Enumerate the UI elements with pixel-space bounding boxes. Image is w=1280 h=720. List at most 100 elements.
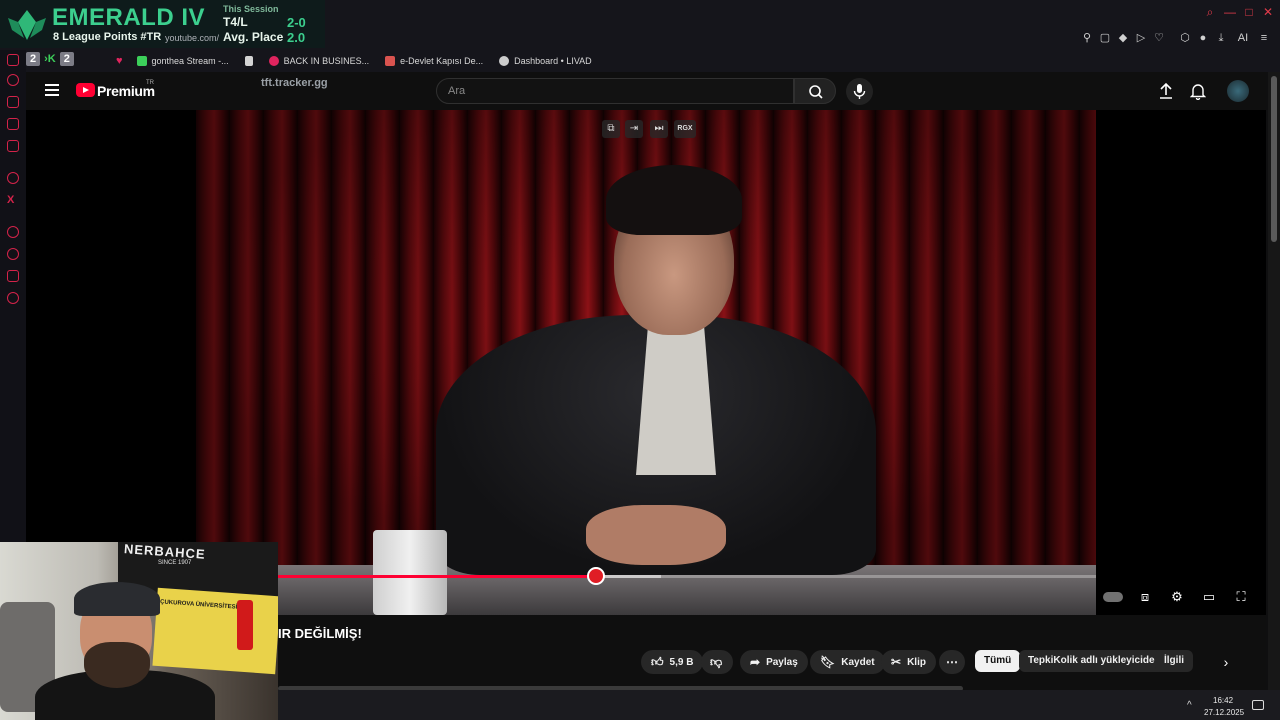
profile-icon[interactable]: ● <box>1197 32 1209 44</box>
x-icon[interactable]: X <box>7 194 19 206</box>
search-icon[interactable]: ⌕ <box>1204 6 1216 18</box>
session-label: This Session <box>223 4 279 14</box>
share-button[interactable]: ➦ Paylaş <box>740 650 808 674</box>
bookmark-item[interactable]: gonthea Stream -... <box>136 56 229 66</box>
download-icon[interactable]: ⤓ <box>1215 32 1227 44</box>
video-title: IR DEĞİLMİŞ! <box>278 626 362 641</box>
save-button[interactable]: 🔖︎ Kaydet <box>810 650 885 674</box>
menu-icon[interactable]: ≡ <box>1258 32 1270 44</box>
autoplay-toggle[interactable] <box>1103 592 1123 602</box>
bookmark-favicon-icon <box>136 56 147 66</box>
bookmark-favicon-icon <box>385 56 396 66</box>
popout-icon[interactable]: ⇥ <box>625 120 643 138</box>
minimize-icon[interactable]: — <box>1224 6 1236 18</box>
chip-related[interactable]: İlgili <box>1155 650 1193 672</box>
pip-icon[interactable]: ⧉ <box>602 120 620 138</box>
country-code: TR <box>146 80 154 86</box>
avatar[interactable] <box>1227 80 1249 102</box>
voice-search-button[interactable] <box>846 78 873 105</box>
clip-label: Klip <box>907 656 926 668</box>
video-player[interactable]: ⧉ ⇥ ⏭ RGX ⧈ ⚙ ▭ ⛶ <box>26 110 1266 615</box>
send-icon[interactable] <box>7 270 19 282</box>
chip-uploader[interactable]: TepkiKolik adlı yükleyiciden <box>1019 650 1170 672</box>
taskbar <box>278 690 1280 720</box>
pin-icon[interactable]: ⚲ <box>1081 32 1093 44</box>
emerald-rank-icon <box>8 10 46 40</box>
upload-icon[interactable] <box>1158 82 1174 100</box>
dislike-button[interactable]: 👎︎ <box>701 650 733 674</box>
heart-icon[interactable]: ♥ <box>116 55 123 67</box>
stat-value: 2-0 <box>287 15 306 30</box>
ai-label: AI <box>1237 32 1249 44</box>
chevron-up-icon[interactable]: ^ <box>1187 700 1192 711</box>
stat-label: T4/L <box>223 15 248 29</box>
twitch-icon[interactable] <box>7 54 19 66</box>
video-frame <box>636 325 716 475</box>
extensions-icon[interactable]: ⬡ <box>1179 32 1191 44</box>
count-badge: 2 <box>26 52 41 66</box>
bookmark-icon: 🔖︎ <box>820 655 836 669</box>
chevron-right-icon[interactable]: › <box>1218 654 1234 670</box>
settings-icon[interactable] <box>7 292 19 304</box>
scrollbar-thumb[interactable] <box>1271 76 1277 242</box>
bookmarks-bar: ♥ gonthea Stream -... BACK IN BUSINES...… <box>0 50 1280 72</box>
refresh-icon[interactable] <box>7 74 19 86</box>
screenshot-icon[interactable]: ▢ <box>1099 32 1111 44</box>
count-badges: 2 ›K 2 <box>26 52 74 66</box>
chat-icon[interactable] <box>7 118 19 130</box>
next-icon[interactable]: ⏭ <box>650 120 668 138</box>
tracker-label: tft.tracker.gg <box>261 77 328 89</box>
share-label: Paylaş <box>766 656 798 668</box>
clock-date[interactable]: 27.12.2025 <box>1204 708 1244 717</box>
history-icon[interactable] <box>7 248 19 260</box>
notifications-icon[interactable] <box>1190 82 1206 100</box>
bookmark-favicon-icon <box>244 56 253 66</box>
share-icon: ➦ <box>750 655 761 669</box>
video-frame <box>586 505 726 565</box>
play-icon[interactable]: ▷ <box>1135 32 1147 44</box>
bookmark-item[interactable]: BACK IN BUSINES... <box>268 56 370 66</box>
sign-subtext: SINCE 1907 <box>158 560 192 566</box>
heart-icon[interactable]: ♡ <box>1153 32 1165 44</box>
maximize-icon[interactable]: □ <box>1243 6 1255 18</box>
bookmark-item[interactable] <box>244 56 253 66</box>
clip-button[interactable]: ✂ Klip <box>881 650 936 674</box>
bookmark-label: BACK IN BUSINES... <box>283 56 370 66</box>
clock-time[interactable]: 16:42 <box>1213 696 1233 705</box>
theater-mode-icon[interactable]: ▭ <box>1200 588 1218 606</box>
rgx-button[interactable]: RGX <box>674 120 696 138</box>
bag-icon[interactable] <box>7 96 19 108</box>
video-frame <box>373 530 447 615</box>
arrow-icon: ›K <box>44 53 56 65</box>
bookmark-label: e-Devlet Kapısı De... <box>400 56 484 66</box>
more-actions-button[interactable]: ⋯ <box>939 650 965 674</box>
search-button[interactable] <box>794 78 836 104</box>
notification-center-icon[interactable] <box>1252 700 1264 710</box>
microphone-icon <box>237 600 253 650</box>
shield-icon[interactable]: ◆ <box>1117 32 1129 44</box>
bookmark-item[interactable]: Dashboard • LIVAD <box>499 56 592 66</box>
hamburger-menu-icon[interactable] <box>45 84 59 96</box>
search-input[interactable]: Ara <box>436 78 794 104</box>
settings-icon[interactable]: ⚙ <box>1168 588 1186 606</box>
instagram-icon[interactable] <box>7 172 19 184</box>
rank-title: EMERALD IV <box>52 4 206 31</box>
progress-knob[interactable] <box>586 567 605 585</box>
url-fragment: youtube.com/ <box>165 33 220 43</box>
bookmark-label: Dashboard • LIVAD <box>514 56 592 66</box>
close-icon[interactable]: ✕ <box>1262 6 1274 18</box>
twitch-icon[interactable] <box>7 140 19 152</box>
search-icon <box>809 85 823 99</box>
subtitles-icon[interactable]: ⧈ <box>1136 588 1154 606</box>
thumbs-up-icon: 👍︎ <box>651 654 664 669</box>
like-button[interactable]: 👍︎ 5,9 B <box>641 650 704 674</box>
rgx-label: RGX <box>677 125 693 132</box>
ai-button[interactable]: AI <box>1233 32 1253 44</box>
youtube-logo-icon[interactable] <box>76 83 95 97</box>
fullscreen-icon[interactable]: ⛶ <box>1232 588 1250 606</box>
bookmark-item[interactable]: e-Devlet Kapısı De... <box>385 56 483 66</box>
chip-all[interactable]: Tümü <box>975 650 1021 672</box>
clock-icon[interactable] <box>7 226 19 238</box>
progress-fill <box>276 575 596 578</box>
webcam-overlay: NERBAHCE SINCE 1907 ÇUKUROVA ÜNİVERSİTES… <box>0 542 278 720</box>
